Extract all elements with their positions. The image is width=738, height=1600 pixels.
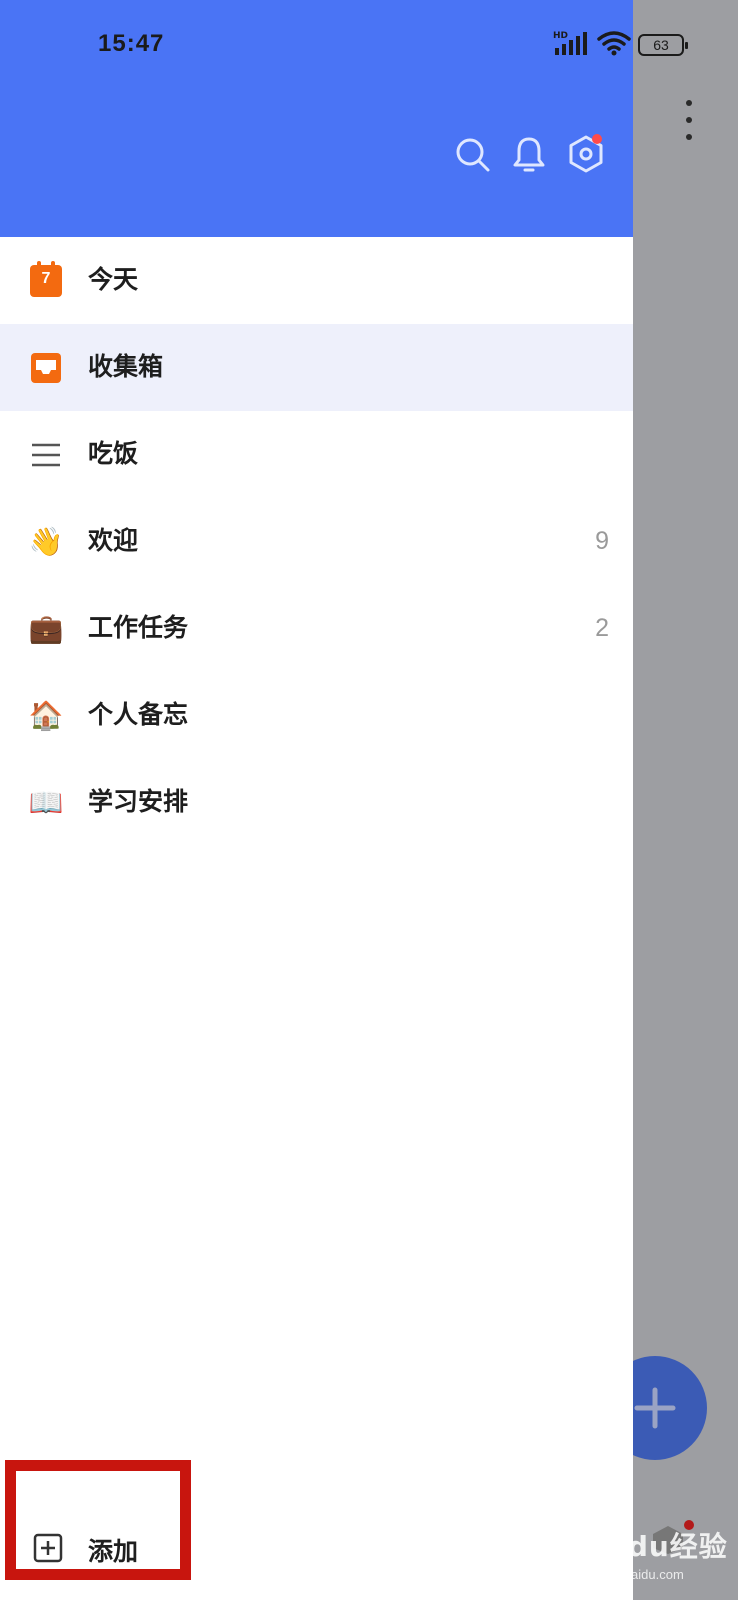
- list-item-study-plan[interactable]: 📖 学习安排: [0, 759, 633, 846]
- list-item-inbox[interactable]: 收集箱: [0, 324, 633, 411]
- calendar-day: 7: [41, 270, 51, 287]
- list-item-label: 欢迎: [88, 527, 139, 555]
- waving-hand-icon: 👋: [28, 526, 64, 557]
- status-bar: 15:47 HD 63: [0, 0, 738, 86]
- project-list: 7 今天 收集箱 吃饭 👋 欢迎 9 💼 工作任务 2 🏠 个人备忘 📖 学习安…: [0, 237, 633, 846]
- network-type: HD: [553, 31, 568, 41]
- inbox-icon: [29, 351, 63, 385]
- settings-notification-dot: [592, 134, 602, 144]
- wifi-icon: [597, 31, 631, 56]
- house-icon: 🏠: [28, 700, 64, 731]
- list-item-label: 收集箱: [88, 353, 164, 381]
- annotation-highlight-box: [5, 1460, 191, 1580]
- signal-icon: HD: [553, 31, 587, 55]
- list-item-label: 学习安排: [88, 788, 189, 816]
- calendar-icon: 7: [29, 261, 63, 298]
- list-item-label: 工作任务: [88, 614, 189, 642]
- battery-level: 63: [653, 37, 669, 53]
- list-icon: [29, 438, 63, 472]
- list-item-label: 个人备忘: [88, 701, 189, 729]
- list-item-today[interactable]: 7 今天: [0, 237, 633, 324]
- watermark-logo: Baidu经验: [575, 1530, 728, 1563]
- briefcase-icon: 💼: [28, 613, 64, 644]
- list-item-label: 今天: [88, 266, 139, 294]
- navigation-drawer: 7 今天 收集箱 吃饭 👋 欢迎 9 💼 工作任务 2 🏠 个人备忘 📖 学习安…: [0, 0, 633, 1600]
- book-icon: 📖: [28, 787, 64, 818]
- list-item-welcome[interactable]: 👋 欢迎 9: [0, 498, 633, 585]
- plus-icon: [634, 1387, 676, 1429]
- more-options-icon: [682, 100, 696, 140]
- battery-icon: 63: [638, 34, 688, 56]
- list-item-label: 吃饭: [88, 440, 139, 468]
- task-count: 2: [595, 614, 609, 642]
- list-item-work-tasks[interactable]: 💼 工作任务 2: [0, 585, 633, 672]
- status-time: 15:47: [98, 30, 165, 57]
- task-count: 9: [595, 527, 609, 555]
- watermark-url: jingyan.baidu.com: [579, 1567, 684, 1582]
- watermark: Baidu经验 jingyan.baidu.com: [565, 1525, 735, 1595]
- search-icon[interactable]: [452, 134, 492, 174]
- list-item-personal-memo[interactable]: 🏠 个人备忘: [0, 672, 633, 759]
- list-item-meal[interactable]: 吃饭: [0, 411, 633, 498]
- bell-icon[interactable]: [509, 134, 549, 174]
